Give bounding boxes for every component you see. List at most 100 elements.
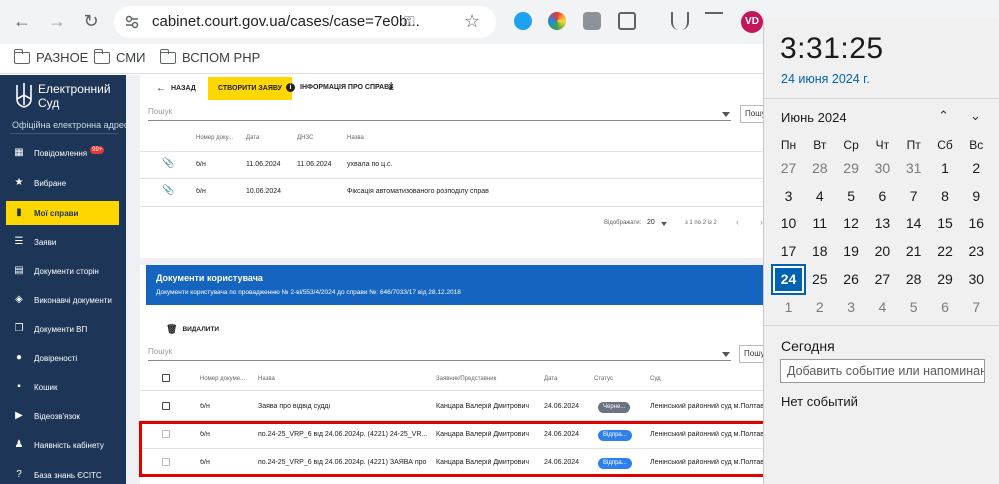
calendar-day[interactable]: 5 — [836, 183, 867, 210]
col-applicant[interactable]: Заявник/Представник — [436, 376, 496, 382]
calendar-day[interactable]: 30 — [867, 155, 898, 182]
calendar-day[interactable]: 7 — [961, 294, 992, 321]
per-page-dropdown-icon[interactable] — [661, 222, 667, 226]
create-application-button[interactable]: СТВОРИТИ ЗАЯВУ — [208, 77, 292, 100]
calendar-day[interactable]: 7 — [898, 183, 929, 210]
month-label[interactable]: Июнь 2024 — [781, 110, 847, 125]
col-court[interactable]: Суд — [650, 376, 661, 382]
current-date-link[interactable]: 24 июня 2024 г. — [781, 72, 870, 86]
col-name[interactable]: Назва — [347, 135, 364, 141]
attachment-icon[interactable]: 📎 — [162, 158, 174, 169]
col-name[interactable]: Назва — [258, 376, 275, 382]
calendar-day[interactable]: 30 — [961, 266, 992, 293]
col-status[interactable]: Статус — [594, 376, 613, 382]
calendar-day[interactable]: 13 — [867, 210, 898, 237]
bookmark-folder[interactable]: СМИ — [93, 48, 145, 65]
calendar-day[interactable]: 1 — [773, 294, 804, 321]
chevron-up-icon[interactable]: ⌃ — [938, 108, 949, 124]
bookmark-folder[interactable]: РАЗНОЕ — [13, 48, 88, 65]
table-row[interactable]: б/н — [196, 188, 206, 195]
add-event-input[interactable]: Добавить событие или напоминание — [780, 359, 985, 383]
sidebar-item-executive-documents[interactable]: ◈ Виконавчі документи — [6, 288, 119, 312]
calendar-day[interactable]: 21 — [898, 238, 929, 265]
media-queue-icon[interactable] — [705, 12, 723, 30]
calendar-day[interactable]: 27 — [773, 155, 804, 182]
calendar-day[interactable]: 2 — [804, 294, 835, 321]
calendar-day[interactable]: 20 — [867, 238, 898, 265]
calendar-day[interactable]: 1 — [930, 155, 961, 182]
select-all-checkbox[interactable] — [162, 374, 170, 382]
calendar-day[interactable]: 14 — [898, 210, 929, 237]
back-button[interactable]: ← НАЗАД — [156, 83, 196, 94]
attachment-icon[interactable]: 📎 — [162, 185, 174, 196]
table-row[interactable]: 11.06.2024 — [297, 161, 332, 168]
calendar-day[interactable]: 26 — [836, 266, 867, 293]
calendar-day[interactable]: 8 — [930, 183, 961, 210]
sidebar-item-notifications[interactable]: ▦ Повідомлення 99+ — [6, 141, 119, 165]
sidebar-item-cabinet-check[interactable]: ♟ Наявність кабінету — [6, 433, 119, 457]
search-dropdown-icon[interactable] — [722, 352, 730, 357]
labs-flask-icon[interactable] — [671, 12, 689, 30]
table-row[interactable]: Заява про відвід судді — [258, 403, 428, 410]
calendar-day[interactable]: 18 — [804, 238, 835, 265]
bookmark-folder[interactable]: ВСПОМ PHP — [159, 48, 260, 65]
sidebar-item-video-link[interactable]: ▶ Відеозв'язок — [6, 404, 119, 428]
calendar-day[interactable]: 31 — [898, 155, 929, 182]
table-row[interactable]: Ленінський районний суд м.Полтави — [650, 403, 768, 410]
case-info-button[interactable]: i ІНФОРМАЦІЯ ПРО СПРАВУ — [286, 83, 393, 92]
col-number[interactable]: Номер доку... — [196, 135, 233, 141]
table-row[interactable]: б/н — [200, 403, 210, 410]
row-checkbox[interactable] — [162, 402, 170, 410]
calendar-day[interactable]: 16 — [961, 210, 992, 237]
sidebar-item-favorites[interactable]: ★ Вибране — [6, 171, 119, 195]
profile-avatar[interactable]: VD — [741, 11, 763, 33]
calendar-day[interactable]: 10 — [773, 210, 804, 237]
table-row[interactable]: 11.06.2024 — [246, 161, 281, 168]
calendar-day[interactable]: 3 — [773, 183, 804, 210]
sidebar-item-trash[interactable]: ▪ Кошик — [6, 375, 119, 399]
calendar-day[interactable]: 6 — [867, 183, 898, 210]
color-extension-icon[interactable] — [548, 12, 566, 30]
table-row[interactable]: ухвала по ц.с. — [347, 161, 392, 168]
bookmark-star-icon[interactable]: ☆ — [464, 11, 480, 32]
user-docs-search-input[interactable]: Пошук — [148, 347, 731, 361]
calendar-day-today[interactable]: 24 — [771, 263, 806, 295]
calendar-day[interactable]: 12 — [836, 210, 867, 237]
calendar-day[interactable]: 4 — [804, 183, 835, 210]
calendar-day[interactable]: 2 — [961, 155, 992, 182]
table-row[interactable]: Фіксація автоматизованого розподілу спра… — [347, 188, 489, 195]
sidebar-item-my-cases[interactable]: ▮ Мої справи — [6, 201, 119, 225]
forward-arrow-icon[interactable]: → — [46, 10, 68, 32]
sidebar-item-powers-of-attorney[interactable]: ● Довіреності — [6, 346, 119, 370]
delete-button[interactable]: 🗑 ВИДАЛИТИ — [166, 324, 219, 335]
chevron-down-icon[interactable]: ⌄ — [970, 108, 981, 124]
calendar-day[interactable]: 29 — [930, 266, 961, 293]
sidebar-item-knowledge-base[interactable]: ? База знань ЄСІТС — [6, 463, 119, 484]
search-dropdown-icon[interactable] — [722, 112, 730, 117]
calendar-day[interactable]: 3 — [836, 294, 867, 321]
calendar-day[interactable]: 28 — [804, 155, 835, 182]
table-row[interactable]: 24.06.2024 — [544, 403, 579, 410]
table-row[interactable]: Канцара Валерій Дмитрович — [436, 403, 529, 410]
reload-icon[interactable]: ↻ — [80, 10, 102, 32]
download-icon[interactable]: ⤓ — [389, 81, 393, 92]
col-dnzs[interactable]: ДНЗС — [297, 135, 313, 141]
calendar-day[interactable]: 22 — [930, 238, 961, 265]
col-date[interactable]: Дата — [544, 376, 557, 382]
calendar-day[interactable]: 28 — [898, 266, 929, 293]
calendar-day[interactable]: 5 — [898, 294, 929, 321]
per-page-select[interactable]: 20 — [647, 219, 655, 226]
shazam-extension-icon[interactable] — [514, 12, 532, 30]
calendar-day[interactable]: 27 — [867, 266, 898, 293]
table-row[interactable]: б/н — [196, 161, 206, 168]
back-arrow-icon[interactable]: ← — [11, 10, 33, 32]
sidebar-item-vp-documents[interactable]: ❐ Документи ВП — [6, 317, 119, 341]
col-date[interactable]: Дата — [246, 135, 259, 141]
col-number[interactable]: Номер докуме... — [200, 376, 245, 382]
calendar-day[interactable]: 15 — [930, 210, 961, 237]
calendar-day[interactable]: 23 — [961, 238, 992, 265]
address-bar[interactable]: cabinet.court.gov.ua/cases/case=7e0b... … — [114, 6, 496, 38]
calendar-day[interactable]: 29 — [836, 155, 867, 182]
calendar-day[interactable]: 6 — [930, 294, 961, 321]
calendar-day[interactable]: 9 — [961, 183, 992, 210]
